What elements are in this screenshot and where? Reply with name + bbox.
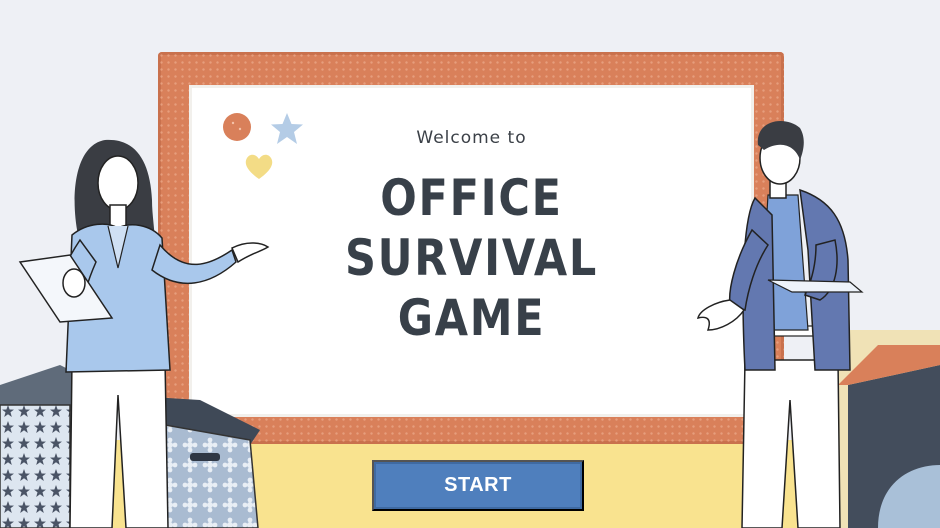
title-line-2: SURVIVAL — [344, 229, 599, 287]
game-title-screen: Welcome to OFFICE SURVIVAL GAME START — [0, 0, 940, 528]
title-line-3: GAME — [397, 289, 546, 347]
heart-sticker-icon — [245, 154, 273, 179]
box-stack-left — [0, 365, 260, 528]
circle-sticker-icon — [223, 113, 251, 141]
star-sticker-icon — [271, 113, 303, 144]
geometric-block-right — [838, 345, 940, 528]
title-line-1: OFFICE — [380, 169, 563, 227]
start-button[interactable]: START — [372, 460, 584, 511]
board-screen: Welcome to OFFICE SURVIVAL GAME — [192, 88, 751, 414]
